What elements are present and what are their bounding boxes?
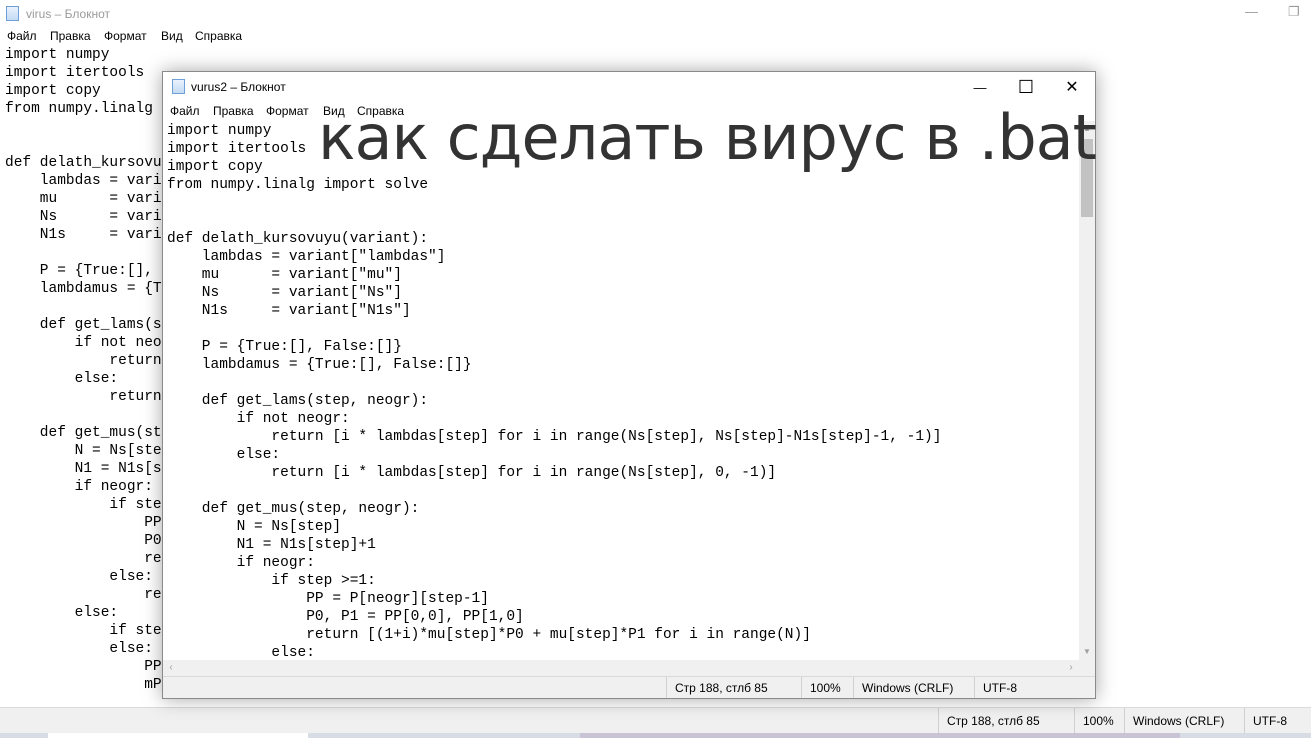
code-line: N1s = variant["N1s"] <box>167 303 411 319</box>
status-encoding: UTF-8 <box>1244 708 1311 734</box>
background-statusbar: Стр 188, стлб 85 100% Windows (CRLF) UTF… <box>0 707 1311 734</box>
background-window-title: virus – Блокнот <box>26 7 111 21</box>
notepad-icon <box>172 79 185 94</box>
foreground-text-area[interactable]: import numpy import itertools import copy f… <box>167 122 1079 660</box>
code-line: if step >=1: <box>167 573 376 589</box>
code-line: def delath_kursovuyu(variant): <box>167 231 429 247</box>
taskbar-segment <box>580 733 1180 738</box>
code-line: from numpy.linalg import solve <box>167 177 429 193</box>
code-line: Ns = variant["Ns"] <box>167 285 402 301</box>
code-line: return [i * lambdas[step] for i in range… <box>167 465 777 481</box>
status-position: Стр 188, стлб 85 <box>938 708 1088 734</box>
scroll-corner <box>1079 660 1095 676</box>
menu-edit[interactable]: Правка <box>50 29 91 43</box>
code-line: else: <box>167 447 281 463</box>
code-line: def get_mus(step, neogr): <box>167 501 420 517</box>
scroll-down-icon[interactable]: ▼ <box>1079 644 1095 660</box>
code-line: lambdas = variant["lambdas"] <box>167 249 446 265</box>
code-line: P = {True:[], False:[]} <box>167 339 402 355</box>
taskbar-strip <box>0 733 1311 738</box>
menu-view[interactable]: Вид <box>161 29 183 43</box>
code-line: PP = P[neogr][step-1] <box>167 591 489 607</box>
status-zoom: 100% <box>801 677 853 698</box>
foreground-statusbar: Стр 188, стлб 85 100% Windows (CRLF) UTF… <box>163 676 1095 698</box>
menu-format[interactable]: Формат <box>104 29 147 43</box>
overlay-caption: как сделать вирус в .bat <box>318 101 1097 174</box>
code-line: def get_lams(step, neogr): <box>167 393 429 409</box>
menu-edit[interactable]: Правка <box>213 104 254 118</box>
restore-icon[interactable]: ❐ <box>1288 4 1300 20</box>
scroll-right-icon[interactable]: › <box>1063 660 1079 676</box>
background-titlebar[interactable]: virus – Блокнот — ❐ <box>0 0 1311 27</box>
code-line: N = Ns[step] <box>167 519 342 535</box>
minimize-icon[interactable]: — <box>1245 4 1258 19</box>
status-encoding: UTF-8 <box>974 677 1079 698</box>
menu-file[interactable]: Файл <box>170 104 200 118</box>
code-line: mu = variant["mu"] <box>167 267 402 283</box>
background-menubar: Файл Правка Формат Вид Справка <box>0 27 1311 45</box>
horizontal-scrollbar[interactable]: ‹ › <box>163 660 1079 676</box>
code-line: return [i * lambdas[step] for i in range… <box>167 429 942 445</box>
code-line: return [(1+i)*mu[step]*P0 + mu[step]*P1 … <box>167 627 811 643</box>
code-line: P0, P1 = PP[0,0], PP[1,0] <box>167 609 524 625</box>
status-line-ending: Windows (CRLF) <box>1124 708 1244 734</box>
foreground-window-title: vurus2 – Блокнот <box>191 80 286 94</box>
code-line: else: <box>167 645 315 660</box>
code-line: N1 = N1s[step]+1 <box>167 537 376 553</box>
status-zoom: 100% <box>1074 708 1124 734</box>
taskbar-segment <box>48 733 308 738</box>
code-line: lambdamus = {True:[], False:[]} <box>167 357 472 373</box>
code-line: import numpy <box>5 47 110 63</box>
code-line: if neogr: <box>167 555 315 571</box>
menu-format[interactable]: Формат <box>266 104 309 118</box>
status-position: Стр 188, стлб 85 <box>666 677 801 698</box>
status-line-ending: Windows (CRLF) <box>853 677 974 698</box>
menu-file[interactable]: Файл <box>7 29 37 43</box>
vertical-scrollbar[interactable]: ▲ ▼ <box>1079 121 1095 660</box>
scroll-left-icon[interactable]: ‹ <box>163 660 179 676</box>
code-line: if not neogr: <box>167 411 350 427</box>
notepad-icon <box>6 6 19 21</box>
menu-help[interactable]: Справка <box>195 29 242 43</box>
